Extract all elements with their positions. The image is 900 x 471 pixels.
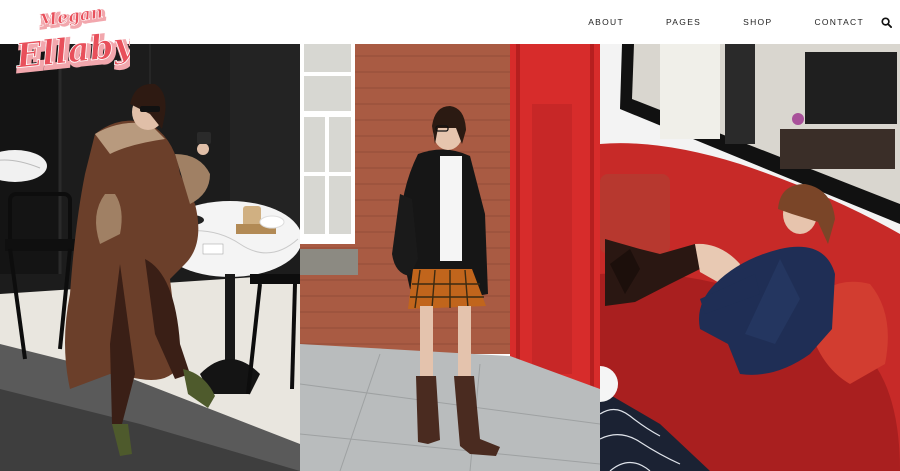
gallery-photo-cafe[interactable] (0, 44, 300, 471)
gallery-photo-red-sofa[interactable] (600, 44, 900, 471)
nav-contact[interactable]: CONTACT (814, 17, 864, 27)
gallery-photo-brick-wall[interactable] (300, 44, 600, 471)
site-logo[interactable]: Megan Ellaby Megan Ellaby (14, 4, 130, 78)
nav-about[interactable]: ABOUT (588, 17, 624, 27)
site-header: ABOUT PAGES SHOP CONTACT (0, 0, 900, 44)
main-nav: ABOUT PAGES SHOP CONTACT (588, 0, 892, 44)
nav-shop[interactable]: SHOP (743, 17, 772, 27)
photo-gallery (0, 44, 900, 471)
search-icon[interactable] (880, 16, 892, 28)
page: ABOUT PAGES SHOP CONTACT Megan Ellaby Me… (0, 0, 900, 471)
nav-pages[interactable]: PAGES (666, 17, 701, 27)
